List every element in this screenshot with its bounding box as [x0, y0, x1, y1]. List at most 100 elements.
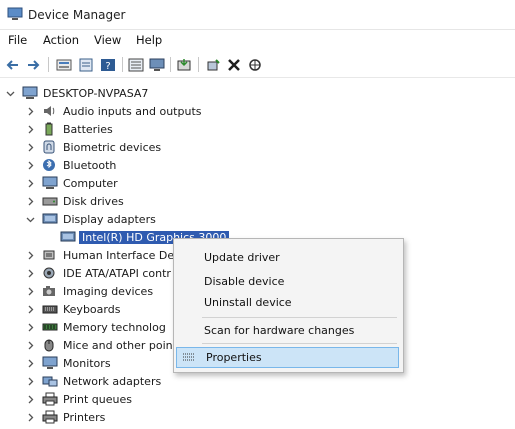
tree-root[interactable]: DESKTOP-NVPASA7 [4, 84, 148, 102]
tree-item-printers[interactable]: Printers [24, 408, 105, 426]
tree-item-label: Disk drives [63, 194, 124, 208]
menu-scan-hardware[interactable]: Scan for hardware changes [204, 324, 354, 337]
tree-item-keyboards[interactable]: Keyboards [24, 300, 120, 318]
battery-icon [42, 122, 58, 136]
tree-item-bluetooth[interactable]: Bluetooth [24, 156, 116, 174]
expand-chevron-icon[interactable] [24, 267, 36, 279]
tree-item-label: Mice and other poin [63, 338, 173, 352]
toolbar-separator [170, 57, 171, 72]
expand-chevron-icon[interactable] [24, 105, 36, 117]
tree-item-label: Display adapters [63, 212, 156, 226]
menu-update-driver[interactable]: Update driver [204, 251, 280, 264]
tree-item-batteries[interactable]: Batteries [24, 120, 113, 138]
tree-item-hid[interactable]: Human Interface De [24, 246, 174, 264]
tree-item-label: Batteries [63, 122, 113, 136]
tree-item-display-adapters[interactable]: Display adapters [24, 210, 156, 228]
expand-chevron-icon[interactable] [24, 285, 36, 297]
menu-separator [202, 317, 397, 318]
tree-item-print-queues[interactable]: Print queues [24, 390, 132, 408]
tree-item-disk-drives[interactable]: Disk drives [24, 192, 124, 210]
display-adapter-icon [60, 230, 76, 244]
expand-chevron-icon[interactable] [24, 321, 36, 333]
svg-text:?: ? [105, 61, 110, 72]
expand-chevron-icon[interactable] [24, 303, 36, 315]
menu-separator [202, 343, 397, 344]
expand-chevron-icon[interactable] [24, 141, 36, 153]
mouse-icon [42, 338, 58, 352]
printer-icon [42, 410, 58, 424]
view-icon[interactable] [127, 56, 145, 73]
tree-item-network[interactable]: Network adapters [24, 372, 161, 390]
tree-item-computer[interactable]: Computer [24, 174, 118, 192]
menu-uninstall-device[interactable]: Uninstall device [204, 296, 292, 309]
menu-disable-device[interactable]: Disable device [204, 275, 284, 288]
expand-chevron-icon[interactable] [24, 339, 36, 351]
expand-chevron-icon[interactable] [24, 177, 36, 189]
ide-controller-icon [42, 266, 58, 280]
back-icon[interactable] [4, 56, 22, 73]
hid-icon [42, 248, 58, 262]
title-bar: Device Manager [0, 0, 515, 30]
window-title: Device Manager [28, 8, 126, 22]
tree-item-label: Memory technolog [63, 320, 166, 334]
device-manager-icon [7, 7, 23, 21]
uninstall-icon[interactable] [225, 56, 243, 73]
display-adapter-icon [42, 212, 58, 226]
toolbar-separator [198, 57, 199, 72]
tree-item-label: Bluetooth [63, 158, 117, 172]
menu-properties[interactable]: Properties [206, 351, 262, 364]
properties-icon[interactable] [55, 56, 73, 73]
expand-chevron-icon[interactable] [24, 357, 36, 369]
tree-item-label: Network adapters [63, 374, 162, 388]
computer-icon [22, 86, 38, 100]
menu-file[interactable]: File [8, 33, 27, 47]
expand-chevron-icon[interactable] [24, 411, 36, 423]
tree-item-label: Keyboards [63, 302, 121, 316]
context-menu: Update driver Disable device Uninstall d… [173, 238, 404, 373]
monitor-icon[interactable] [148, 56, 166, 73]
show-hidden-icon[interactable] [77, 56, 95, 73]
tree-item-label: Printers [63, 410, 106, 424]
camera-icon [42, 284, 58, 298]
expand-chevron-icon[interactable] [24, 195, 36, 207]
tree-item-imaging[interactable]: Imaging devices [24, 282, 153, 300]
tree-item-audio[interactable]: Audio inputs and outputs [24, 102, 202, 120]
tree-item-label: Print queues [63, 392, 132, 406]
tree-item-label: Human Interface De [63, 248, 175, 262]
network-adapter-icon [42, 374, 58, 388]
expand-chevron-icon[interactable] [24, 123, 36, 135]
menu-help[interactable]: Help [136, 33, 162, 47]
tree-item-label: Monitors [63, 356, 111, 370]
collapse-chevron-icon[interactable] [24, 213, 36, 225]
scan-icon[interactable] [246, 56, 264, 73]
help-icon[interactable]: ? [99, 56, 117, 73]
disk-drive-icon [42, 194, 58, 208]
expand-chevron-icon[interactable] [24, 159, 36, 171]
update-driver-icon[interactable] [175, 56, 193, 73]
expand-chevron-icon[interactable] [24, 375, 36, 387]
tree-item-biometric[interactable]: Biometric devices [24, 138, 161, 156]
tree-item-label: Audio inputs and outputs [63, 104, 202, 118]
tree-item-monitors[interactable]: Monitors [24, 354, 111, 372]
menu-action[interactable]: Action [43, 33, 79, 47]
expand-chevron-icon[interactable] [24, 393, 36, 405]
forward-icon[interactable] [24, 56, 42, 73]
printer-icon [42, 392, 58, 406]
tree-item-ide[interactable]: IDE ATA/ATAPI contr [24, 264, 171, 282]
tree-item-label: Biometric devices [63, 140, 162, 154]
computer-icon [42, 176, 58, 190]
tree-item-mice[interactable]: Mice and other poin [24, 336, 173, 354]
menu-bar: File Action View Help [0, 30, 515, 51]
tree-item-label: Computer [63, 176, 118, 190]
tree-item-label: Imaging devices [63, 284, 154, 298]
collapse-chevron-icon[interactable] [4, 87, 16, 99]
expand-chevron-icon[interactable] [24, 249, 36, 261]
menu-view[interactable]: View [94, 33, 121, 47]
fingerprint-icon [42, 140, 58, 154]
tree-item-memory[interactable]: Memory technolog [24, 318, 166, 336]
keyboard-icon [42, 302, 58, 316]
monitor-icon [42, 356, 58, 370]
scan-hardware-icon[interactable] [204, 56, 222, 73]
properties-icon [182, 352, 196, 362]
memory-icon [42, 320, 58, 334]
